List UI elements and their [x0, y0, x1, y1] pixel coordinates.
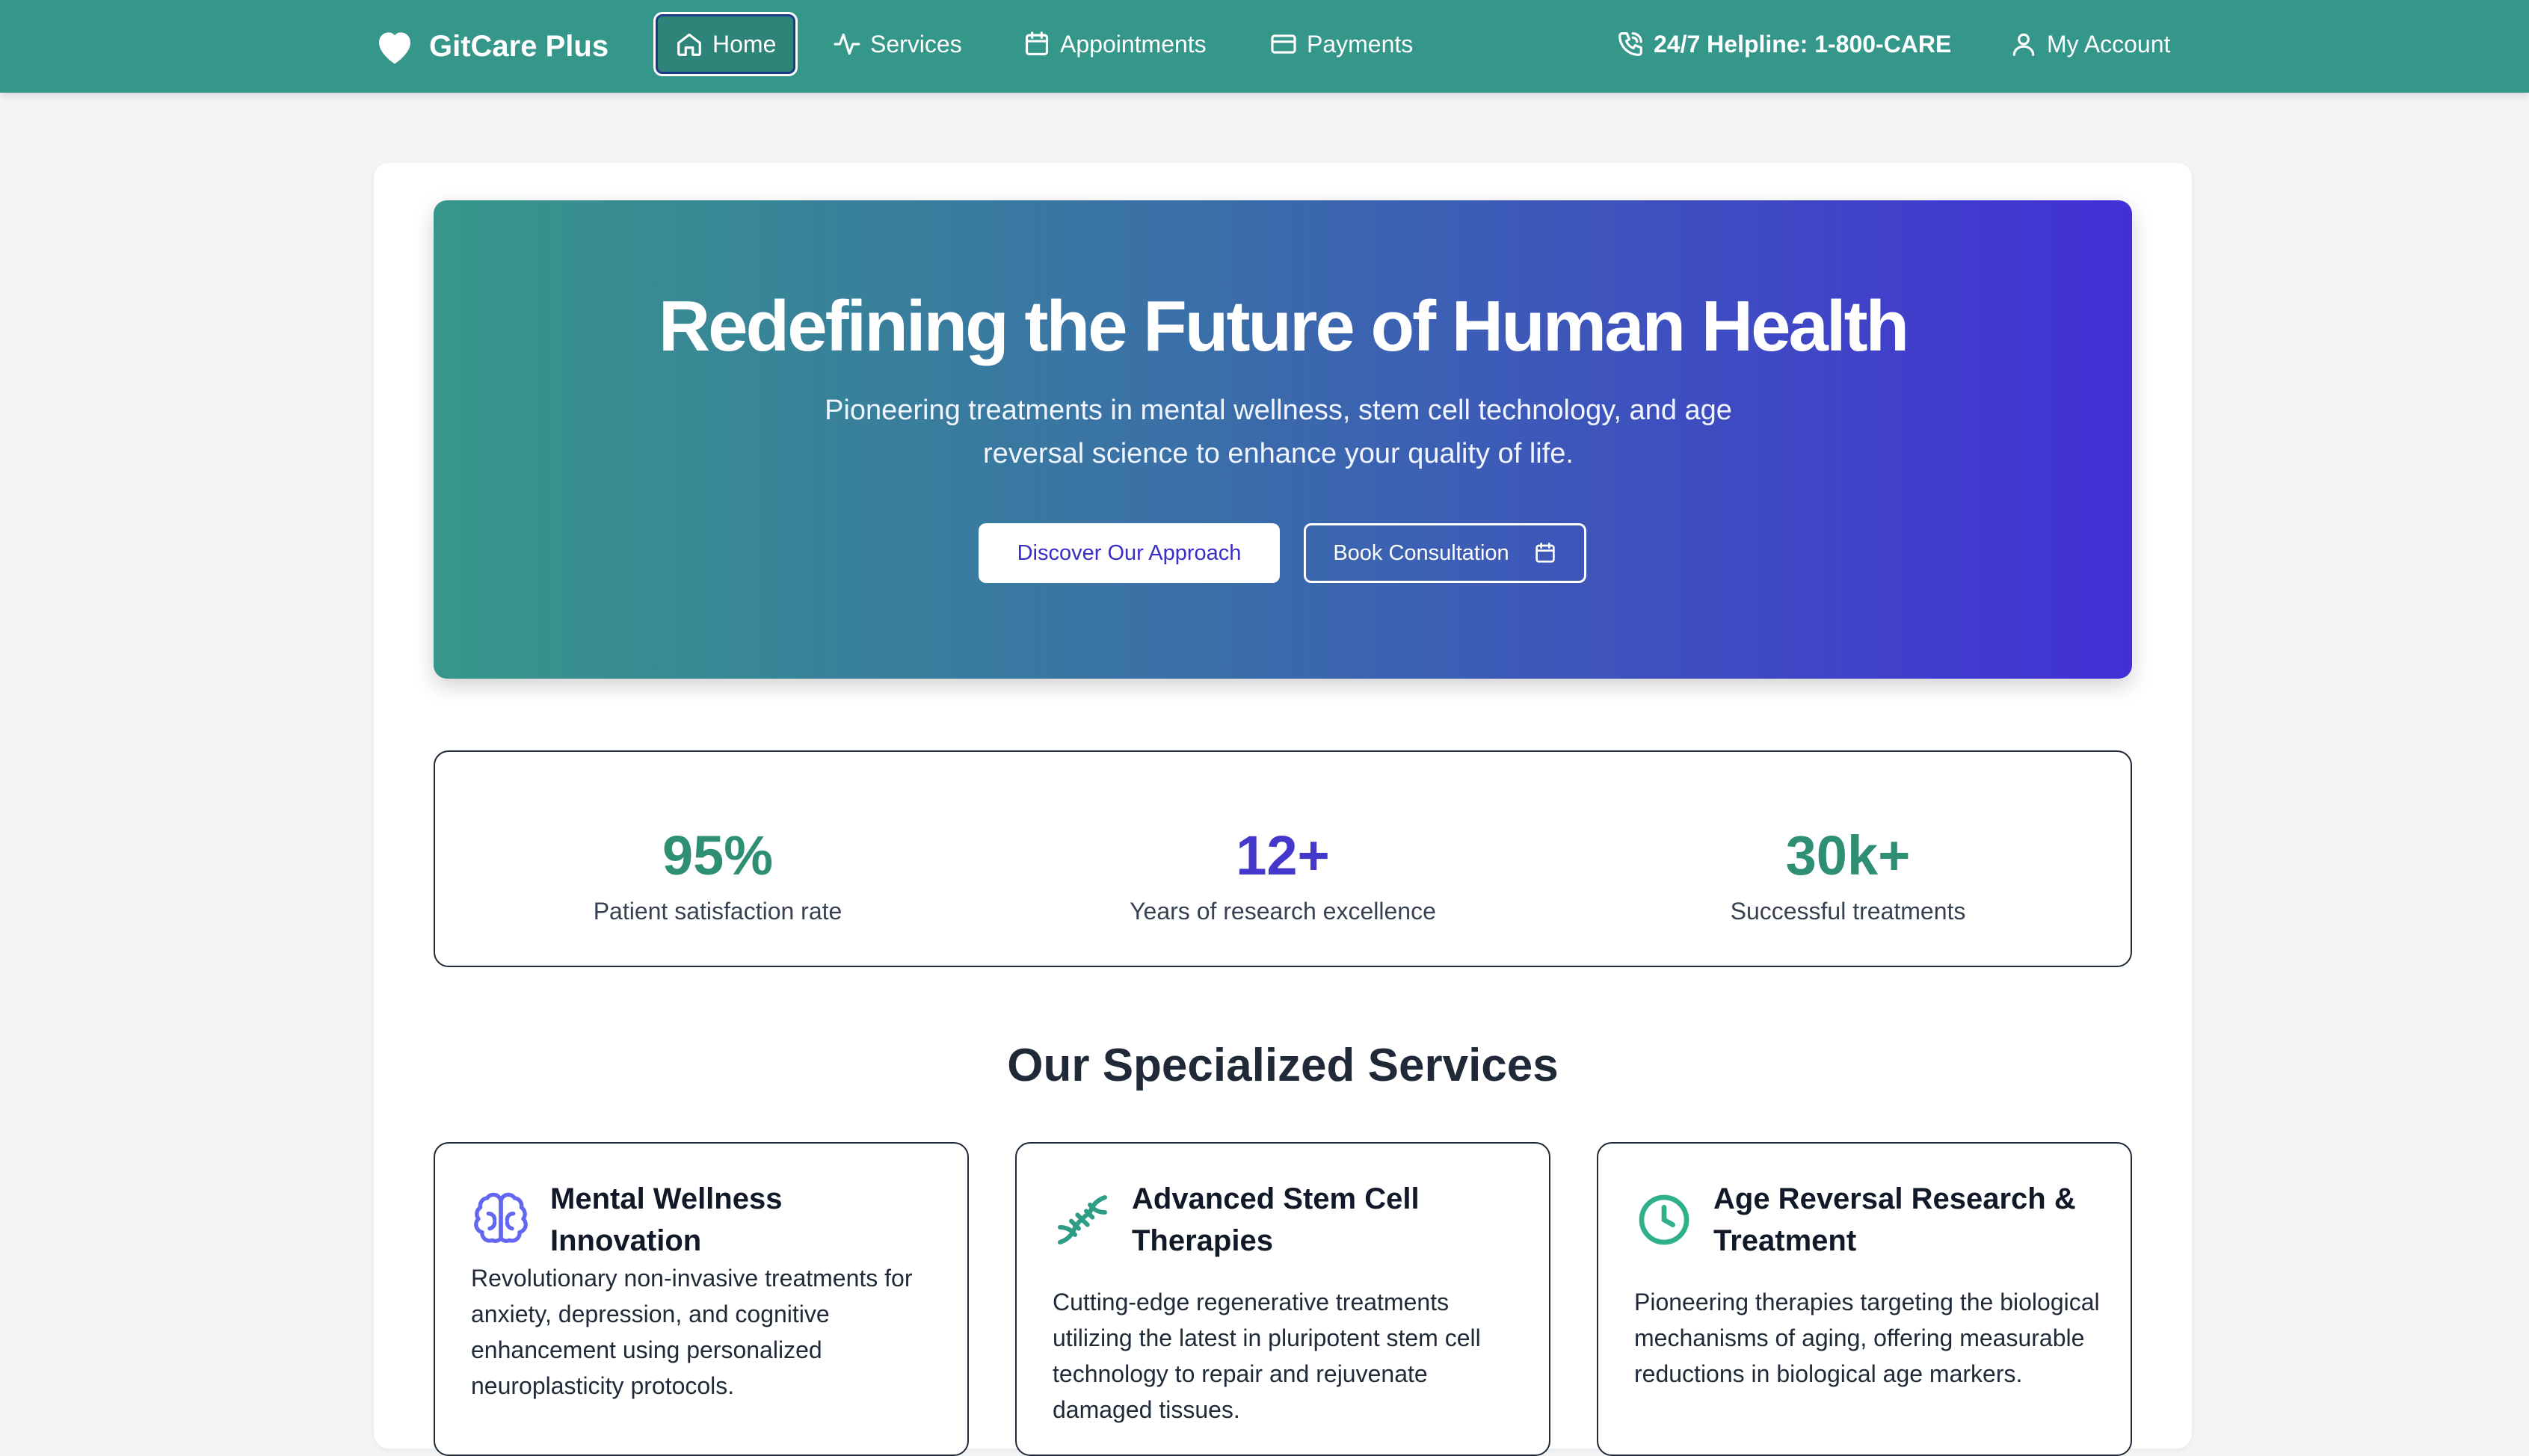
service-card-age-reversal[interactable]: Age Reversal Research & Treatment Pionee…	[1597, 1142, 2132, 1456]
stat-label: Patient satisfaction rate	[593, 898, 843, 925]
service-header: Mental Wellness Innovation	[471, 1178, 937, 1262]
calendar-icon	[1025, 31, 1049, 56]
my-account-link[interactable]: My Account	[1990, 12, 2190, 76]
stat-value: 30k+	[1785, 824, 1911, 886]
service-card-stem-cell[interactable]: Advanced Stem Cell Therapies Cutting-edg…	[1015, 1142, 1550, 1456]
dna-icon	[1058, 1195, 1107, 1244]
nav-item-label: Services	[870, 30, 962, 58]
phone-icon	[1618, 32, 1642, 56]
button-label: Book Consultation	[1333, 540, 1509, 565]
stat-research-years: 12+ Years of research excellence	[1000, 752, 1565, 966]
service-title: Age Reversal Research & Treatment	[1713, 1182, 2076, 1257]
activity-icon	[834, 33, 860, 55]
stat-treatments: 30k+ Successful treatments	[1565, 752, 2131, 966]
service-card-mental-wellness[interactable]: Mental Wellness Innovation Revolutionary…	[434, 1142, 969, 1456]
discover-approach-button[interactable]: Discover Our Approach	[979, 523, 1280, 583]
nav-item-payments[interactable]: Payments	[1250, 12, 1432, 76]
brain-icon	[474, 1192, 528, 1243]
nav-item-services[interactable]: Services	[813, 12, 982, 76]
account-label: My Account	[2047, 30, 2171, 58]
nav-item-label: Appointments	[1060, 30, 1207, 58]
button-label: Discover Our Approach	[1017, 540, 1242, 565]
user-icon	[2012, 33, 2035, 56]
services-section-title: Our Specialized Services	[1007, 1040, 1559, 1091]
stat-value: 12+	[1236, 824, 1330, 886]
heart-icon	[379, 32, 410, 64]
top-navbar: GitCare Plus Home Services Appointments …	[0, 0, 2529, 93]
book-consultation-button[interactable]: Book Consultation	[1304, 523, 1586, 583]
calendar-icon	[1535, 543, 1555, 563]
nav-item-label: Payments	[1307, 30, 1414, 58]
service-header: Age Reversal Research & Treatment	[1634, 1178, 2101, 1262]
nav-item-home[interactable]: Home	[653, 12, 798, 76]
stats-panel: 95% Patient satisfaction rate 12+ Years …	[434, 750, 2132, 967]
helpline-link[interactable]: 24/7 Helpline: 1-800-CARE	[1597, 12, 1971, 76]
brand-logo[interactable]: GitCare Plus	[374, 0, 609, 93]
service-title: Mental Wellness Innovation	[550, 1182, 783, 1257]
service-title: Advanced Stem Cell Therapies	[1132, 1182, 1420, 1257]
service-description: Cutting-edge regenerative treatments uti…	[1053, 1289, 1481, 1423]
stat-label: Successful treatments	[1730, 898, 1966, 925]
stat-label: Years of research excellence	[1130, 898, 1436, 925]
credit-card-icon	[1271, 34, 1296, 54]
service-header: Advanced Stem Cell Therapies	[1053, 1178, 1519, 1262]
brand-name: GitCare Plus	[429, 29, 609, 63]
home-icon	[677, 33, 701, 56]
nav-item-appointments[interactable]: Appointments	[1003, 12, 1226, 76]
helpline-text: 24/7 Helpline: 1-800-CARE	[1654, 30, 1952, 58]
stat-satisfaction: 95% Patient satisfaction rate	[435, 752, 1000, 966]
service-description: Revolutionary non-invasive treatments fo…	[471, 1265, 913, 1399]
service-description: Pioneering therapies targeting the biolo…	[1634, 1289, 2100, 1387]
clock-icon	[1639, 1194, 1689, 1245]
nav-item-label: Home	[712, 30, 777, 58]
hero-subtitle: Pioneering treatments in mental wellness…	[825, 395, 1732, 469]
hero-title: Redefining the Future of Human Health	[658, 286, 1909, 366]
stat-value: 95%	[662, 824, 774, 886]
